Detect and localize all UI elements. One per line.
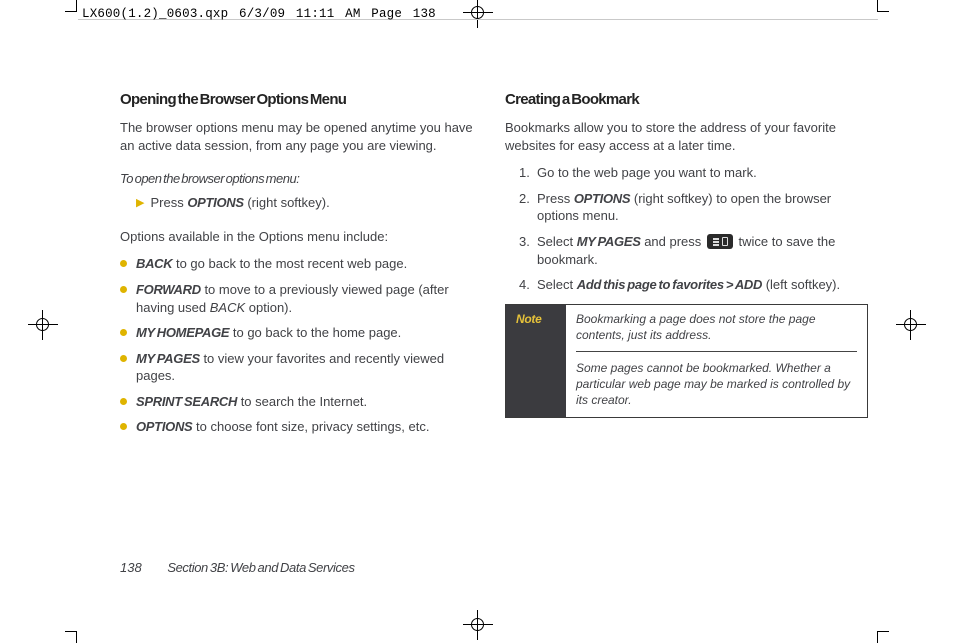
section-title: Section 3B: Web and Data Services bbox=[167, 560, 354, 575]
bookmark-intro: Bookmarks allow you to store the address… bbox=[505, 119, 868, 154]
note-label: Note bbox=[506, 305, 566, 417]
option-sprint-search: SPRINT SEARCH to search the Internet. bbox=[120, 393, 483, 411]
reg-mark-left bbox=[28, 310, 58, 340]
step-4: 4. Select Add this page to favorites > A… bbox=[505, 276, 868, 294]
page-body: Opening the Browser Options Menu The bro… bbox=[78, 20, 876, 623]
crop-corner-br bbox=[877, 631, 889, 643]
options-list: BACK to go back to the most recent web p… bbox=[120, 255, 483, 435]
step-3: 3. Select MY PAGES and press twice to sa… bbox=[505, 233, 868, 268]
page-number: 138 bbox=[120, 560, 142, 575]
column-left: Opening the Browser Options Menu The bro… bbox=[120, 90, 483, 444]
reg-mark-right bbox=[896, 310, 926, 340]
crop-corner-tl bbox=[65, 0, 77, 12]
option-back: BACK to go back to the most recent web p… bbox=[120, 255, 483, 273]
crop-corner-tr bbox=[877, 0, 889, 12]
menu-ok-key-icon bbox=[707, 234, 733, 249]
crop-corner-bl bbox=[65, 631, 77, 643]
column-right: Creating a Bookmark Bookmarks allow you … bbox=[505, 90, 868, 444]
intro-paragraph: The browser options menu may be opened a… bbox=[120, 119, 483, 154]
option-my-pages: MY PAGES to view your favorites and rece… bbox=[120, 350, 483, 385]
option-my-homepage: MY HOMEPAGE to go back to the home page. bbox=[120, 324, 483, 342]
note-paragraph-2: Some pages cannot be bookmarked. Whether… bbox=[576, 360, 857, 409]
note-body: Bookmarking a page does not store the pa… bbox=[566, 305, 867, 417]
step-2: 2. Press OPTIONS (right softkey) to open… bbox=[505, 190, 868, 225]
heading-creating-bookmark: Creating a Bookmark bbox=[505, 90, 868, 110]
note-paragraph-1: Bookmarking a page does not store the pa… bbox=[576, 311, 857, 343]
instruction-step: ▶ Press OPTIONS (right softkey). bbox=[120, 194, 483, 212]
instruction-lead: To open the browser options menu: bbox=[120, 170, 483, 188]
step-1: 1. Go to the web page you want to mark. bbox=[505, 164, 868, 182]
option-forward: FORWARD to move to a previously viewed p… bbox=[120, 281, 483, 316]
heading-open-browser-options: Opening the Browser Options Menu bbox=[120, 90, 483, 110]
page-footer: 138 Section 3B: Web and Data Services bbox=[120, 559, 355, 577]
option-options: OPTIONS to choose font size, privacy set… bbox=[120, 418, 483, 436]
bookmark-steps: 1. Go to the web page you want to mark. … bbox=[505, 164, 868, 293]
note-box: Note Bookmarking a page does not store t… bbox=[505, 304, 868, 418]
note-divider bbox=[576, 351, 857, 352]
instruction-step-text: Press OPTIONS (right softkey). bbox=[150, 194, 329, 212]
options-intro: Options available in the Options menu in… bbox=[120, 228, 483, 246]
triangle-bullet-icon: ▶ bbox=[136, 194, 144, 212]
